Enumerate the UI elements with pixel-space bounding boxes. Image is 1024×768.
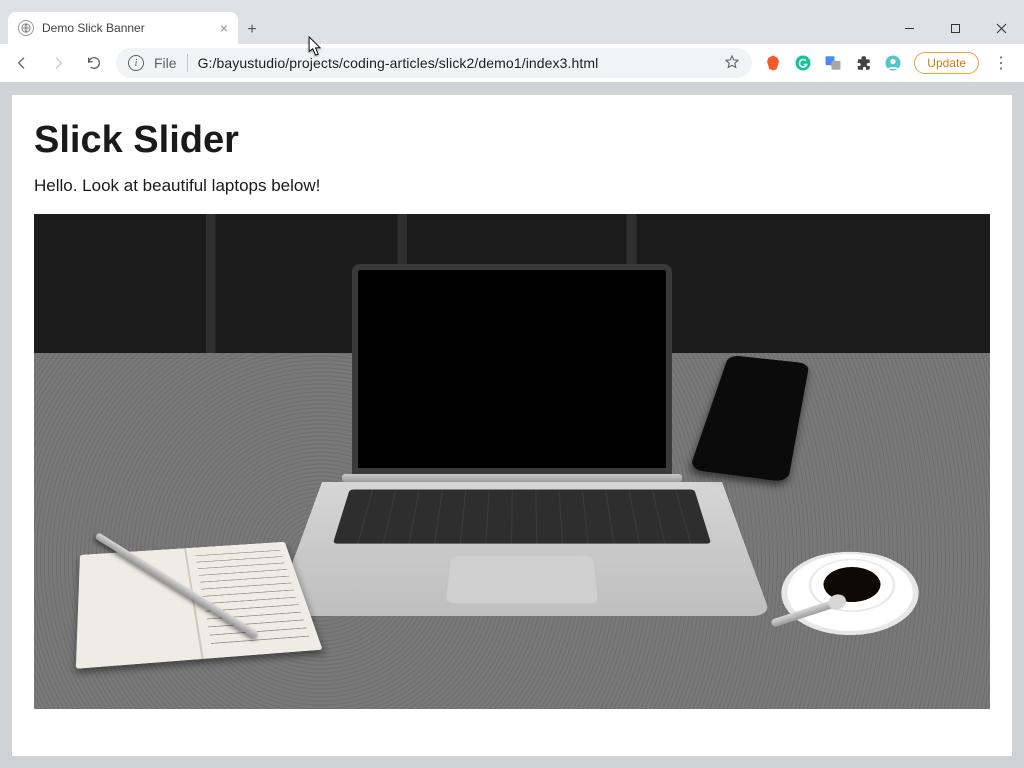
separator (187, 54, 188, 72)
page-intro: Hello. Look at beautiful laptops below! (34, 176, 990, 196)
slide-laptop-illustration (322, 264, 702, 657)
slider-slide[interactable] (34, 214, 990, 709)
extensions-puzzle-icon[interactable] (854, 54, 872, 72)
slick-slider (34, 214, 990, 709)
extension-translate-icon[interactable] (824, 54, 842, 72)
browser-toolbar: i File G:/bayustudio/projects/coding-art… (0, 44, 1024, 83)
tab-close-icon[interactable]: × (220, 21, 228, 35)
url-path: G:/bayustudio/projects/coding-articles/s… (198, 55, 715, 71)
page-content: Slick Slider Hello. Look at beautiful la… (12, 95, 1012, 756)
nav-back-button[interactable] (8, 49, 36, 77)
slider-prev-button[interactable] (16, 442, 38, 482)
extension-brave-icon[interactable] (764, 54, 782, 72)
browser-tab[interactable]: Demo Slick Banner × (8, 12, 238, 44)
address-bar[interactable]: i File G:/bayustudio/projects/coding-art… (116, 48, 752, 78)
slide-phone-illustration (689, 355, 809, 482)
nav-forward-button (44, 49, 72, 77)
window-controls (886, 12, 1024, 44)
window-close-button[interactable] (978, 12, 1024, 44)
new-tab-button[interactable]: + (238, 16, 266, 44)
page-title: Slick Slider (34, 119, 990, 162)
browser-menu-button[interactable]: ⋮ (987, 53, 1016, 73)
extension-icons (760, 54, 906, 72)
cursor-icon (308, 36, 323, 59)
window-maximize-button[interactable] (932, 12, 978, 44)
extension-grammarly-icon[interactable] (794, 54, 812, 72)
slider-next-button[interactable] (986, 442, 1008, 482)
site-info-icon[interactable]: i (128, 55, 144, 71)
browser-update-button[interactable]: Update (914, 52, 979, 74)
viewport: Slick Slider Hello. Look at beautiful la… (0, 83, 1024, 768)
slide-notebook-illustration (76, 542, 323, 669)
browser-chrome: Demo Slick Banner × + i File (0, 0, 1024, 83)
bookmark-star-icon[interactable] (724, 54, 740, 73)
extension-profile-icon[interactable] (884, 54, 902, 72)
titlebar (0, 0, 1024, 10)
globe-icon (18, 20, 34, 36)
tab-title: Demo Slick Banner (42, 21, 212, 35)
nav-reload-button[interactable] (80, 49, 108, 77)
tab-strip: Demo Slick Banner × + (0, 10, 1024, 44)
url-scheme: File (154, 55, 177, 71)
window-minimize-button[interactable] (886, 12, 932, 44)
